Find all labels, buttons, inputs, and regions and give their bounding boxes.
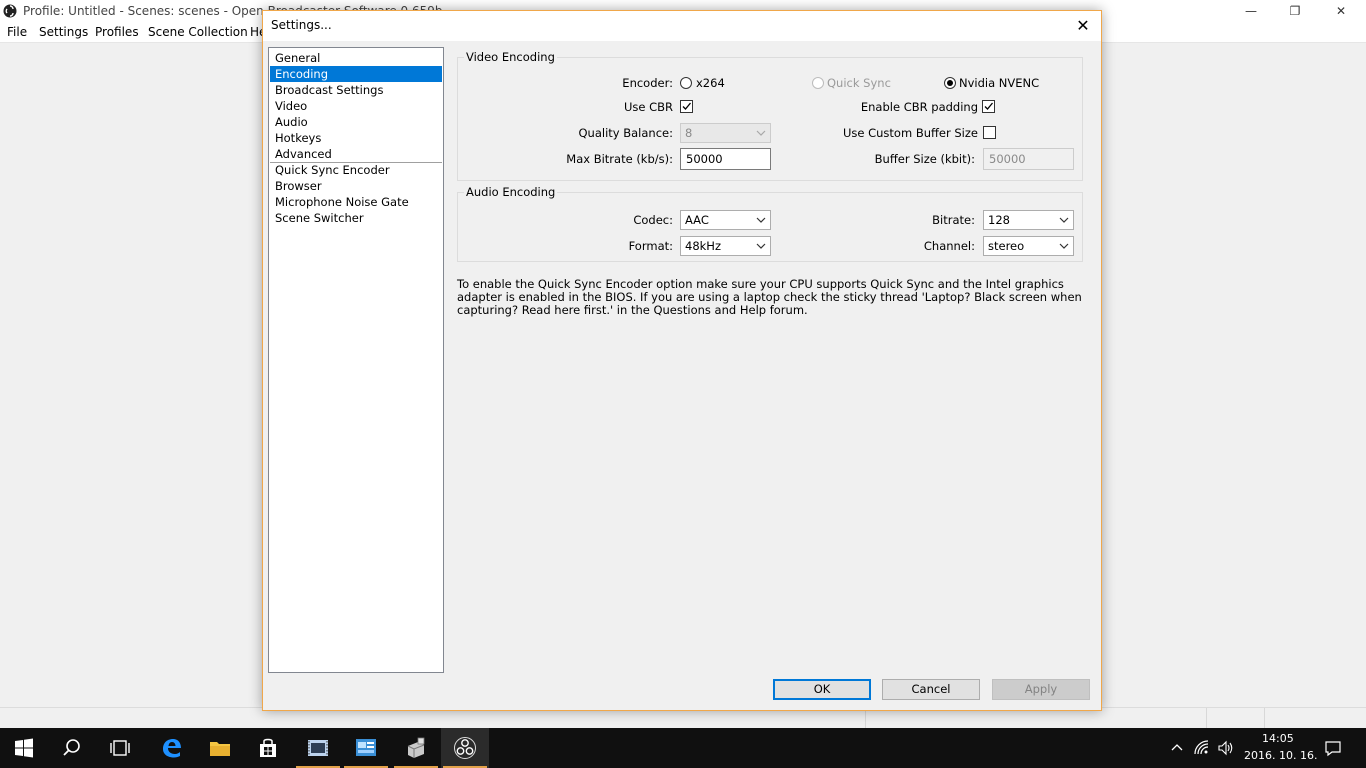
bitrate-label: Bitrate: bbox=[932, 213, 975, 227]
dialog-title: Settings... bbox=[271, 18, 332, 32]
chevron-up-icon[interactable] bbox=[1170, 741, 1184, 755]
nav-item-scene-switcher[interactable]: Scene Switcher bbox=[270, 210, 442, 226]
file-explorer-icon[interactable] bbox=[196, 728, 244, 768]
max-bitrate-label: Max Bitrate (kb/s): bbox=[566, 152, 673, 166]
encoder-quick-sync-label: Quick Sync bbox=[827, 76, 891, 90]
settings-dialog: Settings... ✕ General Encoding Broadcast… bbox=[262, 10, 1102, 711]
store-icon[interactable] bbox=[244, 728, 292, 768]
use-cbr-checkbox[interactable] bbox=[680, 100, 693, 113]
bitrate-value: 128 bbox=[988, 213, 1010, 227]
nav-item-general[interactable]: General bbox=[270, 50, 442, 66]
status-separator bbox=[1264, 708, 1265, 729]
video-encoding-title: Video Encoding bbox=[464, 50, 557, 64]
format-select[interactable]: 48kHz bbox=[680, 236, 771, 256]
encoder-label: Encoder: bbox=[622, 76, 673, 90]
menu-profiles[interactable]: Profiles bbox=[95, 25, 139, 39]
encoder-quick-sync-radio bbox=[812, 77, 824, 89]
status-separator bbox=[1206, 708, 1207, 729]
nav-item-video[interactable]: Video bbox=[270, 98, 442, 114]
notification-center-icon[interactable] bbox=[1324, 739, 1342, 757]
dialog-close-button[interactable]: ✕ bbox=[1071, 14, 1095, 38]
clock-date[interactable]: 2016. 10. 16. bbox=[1244, 749, 1317, 762]
windows-start-icon[interactable] bbox=[0, 728, 48, 768]
bitrate-select[interactable]: 128 bbox=[983, 210, 1074, 230]
obs-icon[interactable] bbox=[441, 728, 489, 768]
nav-item-browser[interactable]: Browser bbox=[270, 178, 442, 194]
channel-select[interactable]: stereo bbox=[983, 236, 1074, 256]
nav-item-encoding[interactable]: Encoding bbox=[270, 66, 442, 82]
max-bitrate-input[interactable]: 50000 bbox=[680, 148, 771, 170]
nav-item-hotkeys[interactable]: Hotkeys bbox=[270, 130, 442, 146]
restore-button[interactable]: ❐ bbox=[1272, 0, 1318, 22]
ok-button[interactable]: OK bbox=[773, 679, 871, 700]
menu-scene-collection[interactable]: Scene Collection bbox=[148, 25, 248, 39]
app-icon[interactable] bbox=[392, 728, 440, 768]
chevron-down-icon bbox=[756, 243, 766, 249]
channel-label: Channel: bbox=[923, 239, 975, 253]
checkmark-icon bbox=[682, 102, 691, 110]
encoder-nvenc-label: Nvidia NVENC bbox=[959, 76, 1040, 90]
use-custom-buffer-label: Use Custom Buffer Size bbox=[842, 126, 978, 140]
settings-nav-list: General Encoding Broadcast Settings Vide… bbox=[268, 47, 444, 673]
control-panel-icon[interactable] bbox=[342, 728, 390, 768]
channel-value: stereo bbox=[988, 239, 1025, 253]
minimize-button[interactable]: — bbox=[1228, 0, 1274, 22]
audio-encoding-group: Audio Encoding Codec: AAC Bitrate: 128 F… bbox=[457, 185, 1083, 262]
buffer-size-input: 50000 bbox=[983, 148, 1074, 170]
quality-balance-select: 8 bbox=[680, 123, 771, 143]
buffer-size-label: Buffer Size (kbit): bbox=[874, 152, 975, 166]
codec-value: AAC bbox=[685, 213, 709, 227]
encoder-x264-radio[interactable] bbox=[680, 77, 692, 89]
clock-time[interactable]: 14:05 bbox=[1262, 732, 1294, 745]
menu-file[interactable]: File bbox=[7, 25, 27, 39]
enable-cbr-padding-label: Enable CBR padding bbox=[860, 100, 978, 114]
task-view-icon[interactable] bbox=[96, 728, 144, 768]
format-label: Format: bbox=[628, 239, 673, 253]
chevron-down-icon bbox=[1059, 243, 1069, 249]
use-cbr-label: Use CBR bbox=[623, 100, 673, 114]
quality-balance-label: Quality Balance: bbox=[578, 126, 674, 140]
nav-item-broadcast-settings[interactable]: Broadcast Settings bbox=[270, 82, 442, 98]
dialog-titlebar: Settings... ✕ bbox=[263, 11, 1101, 41]
encoder-nvenc-radio[interactable] bbox=[944, 77, 956, 89]
menu-settings[interactable]: Settings bbox=[39, 25, 88, 39]
checkmark-icon bbox=[984, 102, 993, 110]
codec-select[interactable]: AAC bbox=[680, 210, 771, 230]
enable-cbr-padding-checkbox[interactable] bbox=[982, 100, 995, 113]
close-window-button[interactable]: ✕ bbox=[1318, 0, 1364, 22]
nav-item-advanced[interactable]: Advanced bbox=[270, 146, 442, 162]
cancel-button[interactable]: Cancel bbox=[882, 679, 980, 700]
quick-sync-info-text: To enable the Quick Sync Encoder option … bbox=[457, 277, 1082, 317]
codec-label: Codec: bbox=[633, 213, 673, 227]
chevron-down-icon bbox=[1059, 217, 1069, 223]
wifi-icon[interactable] bbox=[1194, 740, 1210, 756]
edge-icon[interactable] bbox=[148, 728, 196, 768]
video-app-icon[interactable] bbox=[294, 728, 342, 768]
nav-item-quick-sync-encoder[interactable]: Quick Sync Encoder bbox=[270, 162, 442, 178]
apply-button: Apply bbox=[992, 679, 1090, 700]
quality-balance-value: 8 bbox=[685, 126, 693, 140]
use-custom-buffer-checkbox[interactable] bbox=[983, 126, 996, 139]
taskbar: 14:05 2016. 10. 16. bbox=[0, 728, 1366, 768]
video-encoding-group: Video Encoding Encoder: x264 Quick Sync … bbox=[457, 50, 1083, 181]
audio-encoding-title: Audio Encoding bbox=[464, 185, 558, 199]
chevron-down-icon bbox=[756, 130, 766, 136]
encoder-x264-label: x264 bbox=[696, 76, 725, 90]
format-value: 48kHz bbox=[685, 239, 721, 253]
volume-icon[interactable] bbox=[1217, 740, 1235, 756]
obs-logo-icon bbox=[3, 4, 17, 18]
nav-item-audio[interactable]: Audio bbox=[270, 114, 442, 130]
nav-item-microphone-noise-gate[interactable]: Microphone Noise Gate bbox=[270, 194, 442, 210]
search-icon[interactable] bbox=[48, 728, 96, 768]
chevron-down-icon bbox=[756, 217, 766, 223]
status-separator bbox=[865, 708, 866, 729]
